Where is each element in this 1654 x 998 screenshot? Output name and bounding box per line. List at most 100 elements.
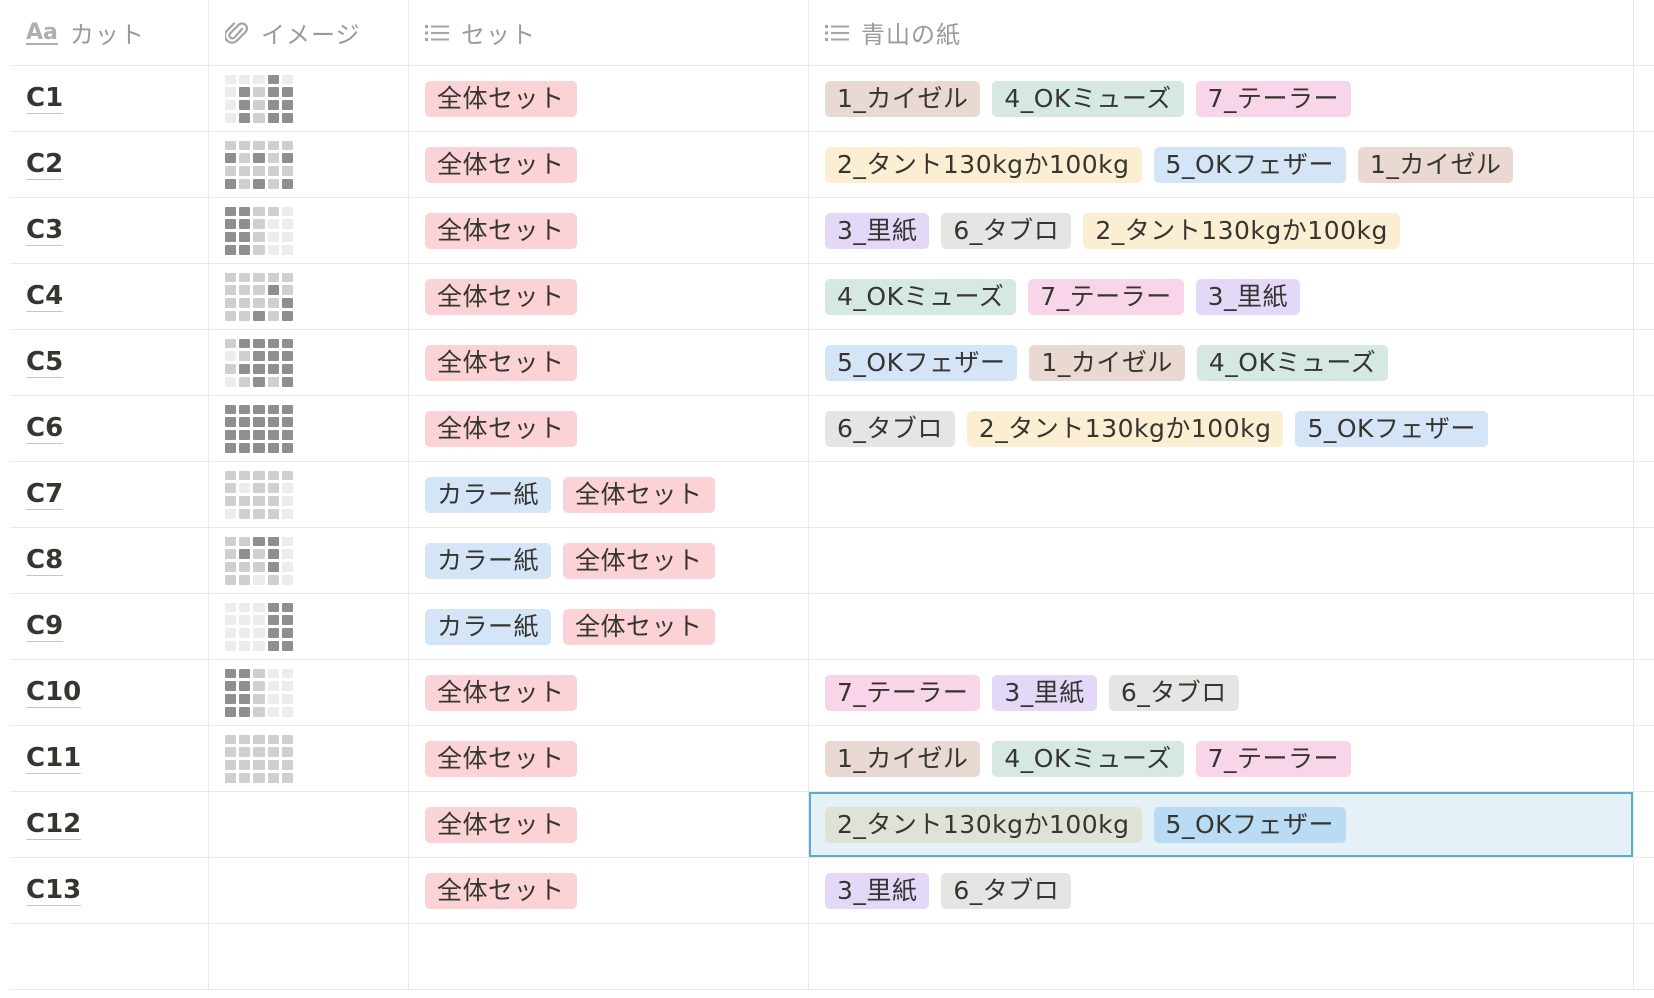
cell-name[interactable]: C11	[10, 726, 209, 791]
image-thumbnail[interactable]	[225, 668, 293, 717]
empty-cell[interactable]	[10, 924, 209, 989]
cell-paper[interactable]: 1_カイゼル 4_OKミューズ 7_テーラー	[809, 726, 1634, 791]
cell-set[interactable]: 全体セット	[409, 726, 809, 791]
cell-paper[interactable]: 4_OKミューズ 7_テーラー 3_里紙	[809, 264, 1634, 329]
cell-name[interactable]: C4	[10, 264, 209, 329]
cut-name-link[interactable]: C4	[26, 282, 64, 312]
table-row[interactable]: C6 全体セット 6_タブロ 2_タント130kgか100kg 5_OKフェザー	[10, 396, 1654, 462]
cut-name-link[interactable]: C11	[26, 744, 82, 774]
image-thumbnail[interactable]	[225, 272, 293, 321]
cell-image[interactable]	[209, 528, 409, 593]
cell-paper[interactable]: 3_里紙 6_タブロ	[809, 858, 1634, 923]
cell-name[interactable]: C2	[10, 132, 209, 197]
table-row[interactable]: C5 全体セット 5_OKフェザー 1_カイゼル 4_OKミューズ	[10, 330, 1654, 396]
image-thumbnail[interactable]	[225, 536, 293, 585]
cell-name[interactable]: C10	[10, 660, 209, 725]
cell-image[interactable]	[209, 858, 409, 923]
cut-name-link[interactable]: C7	[26, 480, 64, 510]
table-row[interactable]: C11 全体セット 1_カイゼル 4_OKミューズ 7_テーラー	[10, 726, 1654, 792]
column-header-set[interactable]: セット	[409, 0, 809, 65]
image-thumbnail[interactable]	[225, 602, 293, 651]
cell-paper[interactable]: 3_里紙 6_タブロ 2_タント130kgか100kg	[809, 198, 1634, 263]
table-row[interactable]: C2 全体セット 2_タント130kgか100kg 5_OKフェザー 1_カイゼル	[10, 132, 1654, 198]
cell-paper[interactable]	[809, 462, 1634, 527]
cell-image[interactable]	[209, 330, 409, 395]
cell-image[interactable]	[209, 594, 409, 659]
cell-set[interactable]: 全体セット	[409, 132, 809, 197]
image-thumbnail[interactable]	[225, 338, 293, 387]
image-thumbnail[interactable]	[225, 140, 293, 189]
cut-name-link[interactable]: C1	[26, 84, 64, 114]
cell-image[interactable]	[209, 264, 409, 329]
cut-name-link[interactable]: C5	[26, 348, 64, 378]
empty-cell[interactable]	[409, 924, 809, 989]
cell-paper[interactable]: 6_タブロ 2_タント130kgか100kg 5_OKフェザー	[809, 396, 1634, 461]
image-thumbnail[interactable]	[225, 74, 293, 123]
cell-image[interactable]	[209, 396, 409, 461]
table-row[interactable]: C8 カラー紙 全体セット	[10, 528, 1654, 594]
cut-name-link[interactable]: C9	[26, 612, 64, 642]
cut-name-link[interactable]: C12	[26, 810, 82, 840]
image-thumbnail[interactable]	[225, 206, 293, 255]
image-thumbnail[interactable]	[225, 404, 293, 453]
cell-set[interactable]: 全体セット	[409, 330, 809, 395]
cell-image[interactable]	[209, 132, 409, 197]
cut-name-link[interactable]: C3	[26, 216, 64, 246]
column-header-image[interactable]: イメージ	[209, 0, 409, 65]
cell-paper[interactable]: 7_テーラー 3_里紙 6_タブロ	[809, 660, 1634, 725]
cell-paper[interactable]: 2_タント130kgか100kg 5_OKフェザー	[809, 792, 1634, 857]
table-row[interactable]: C3 全体セット 3_里紙 6_タブロ 2_タント130kgか100kg	[10, 198, 1654, 264]
table-row-empty[interactable]	[10, 924, 1654, 990]
column-header-name[interactable]: Aa カット	[10, 0, 209, 65]
cell-paper[interactable]: 1_カイゼル 4_OKミューズ 7_テーラー	[809, 66, 1634, 131]
cell-image[interactable]	[209, 660, 409, 725]
cell-set[interactable]: カラー紙 全体セット	[409, 528, 809, 593]
cut-name-link[interactable]: C6	[26, 414, 64, 444]
table-row[interactable]: C7 カラー紙 全体セット	[10, 462, 1654, 528]
table-row[interactable]: C9 カラー紙 全体セット	[10, 594, 1654, 660]
cut-name-link[interactable]: C2	[26, 150, 64, 180]
column-header-paper[interactable]: 青山の紙	[809, 0, 1634, 65]
cell-name[interactable]: C6	[10, 396, 209, 461]
cell-set[interactable]: 全体セット	[409, 198, 809, 263]
set-tag: 全体セット	[425, 410, 577, 447]
cell-paper[interactable]	[809, 594, 1634, 659]
cell-paper[interactable]: 2_タント130kgか100kg 5_OKフェザー 1_カイゼル	[809, 132, 1634, 197]
cell-set[interactable]: 全体セット	[409, 660, 809, 725]
table-row[interactable]: C13 全体セット 3_里紙 6_タブロ	[10, 858, 1654, 924]
cell-image[interactable]	[209, 462, 409, 527]
cell-set[interactable]: 全体セット	[409, 264, 809, 329]
cell-image[interactable]	[209, 198, 409, 263]
cell-paper[interactable]: 5_OKフェザー 1_カイゼル 4_OKミューズ	[809, 330, 1634, 395]
cell-set[interactable]: カラー紙 全体セット	[409, 462, 809, 527]
cut-name-link[interactable]: C8	[26, 546, 64, 576]
cell-name[interactable]: C7	[10, 462, 209, 527]
paper-tag: 5_OKフェザー	[1153, 146, 1347, 183]
cell-image[interactable]	[209, 792, 409, 857]
cell-name[interactable]: C8	[10, 528, 209, 593]
empty-cell[interactable]	[209, 924, 409, 989]
cell-set[interactable]: 全体セット	[409, 396, 809, 461]
cell-name[interactable]: C3	[10, 198, 209, 263]
image-thumbnail[interactable]	[225, 470, 293, 519]
cell-set[interactable]: 全体セット	[409, 858, 809, 923]
cell-set[interactable]: カラー紙 全体セット	[409, 594, 809, 659]
table-row[interactable]: C12 全体セット 2_タント130kgか100kg 5_OKフェザー	[10, 792, 1654, 858]
table-row[interactable]: C4 全体セット 4_OKミューズ 7_テーラー 3_里紙	[10, 264, 1654, 330]
cell-image[interactable]	[209, 726, 409, 791]
empty-cell[interactable]	[809, 924, 1634, 989]
image-thumbnail[interactable]	[225, 734, 293, 783]
cell-name[interactable]: C12	[10, 792, 209, 857]
cell-name[interactable]: C13	[10, 858, 209, 923]
cell-paper[interactable]	[809, 528, 1634, 593]
table-row[interactable]: C10 全体セット 7_テーラー 3_里紙 6_タブロ	[10, 660, 1654, 726]
table-row[interactable]: C1 全体セット 1_カイゼル 4_OKミューズ 7_テーラー	[10, 66, 1654, 132]
cell-image[interactable]	[209, 66, 409, 131]
cut-name-link[interactable]: C10	[26, 678, 82, 708]
cell-set[interactable]: 全体セット	[409, 792, 809, 857]
cut-name-link[interactable]: C13	[26, 876, 82, 906]
cell-set[interactable]: 全体セット	[409, 66, 809, 131]
cell-name[interactable]: C9	[10, 594, 209, 659]
cell-name[interactable]: C1	[10, 66, 209, 131]
cell-name[interactable]: C5	[10, 330, 209, 395]
